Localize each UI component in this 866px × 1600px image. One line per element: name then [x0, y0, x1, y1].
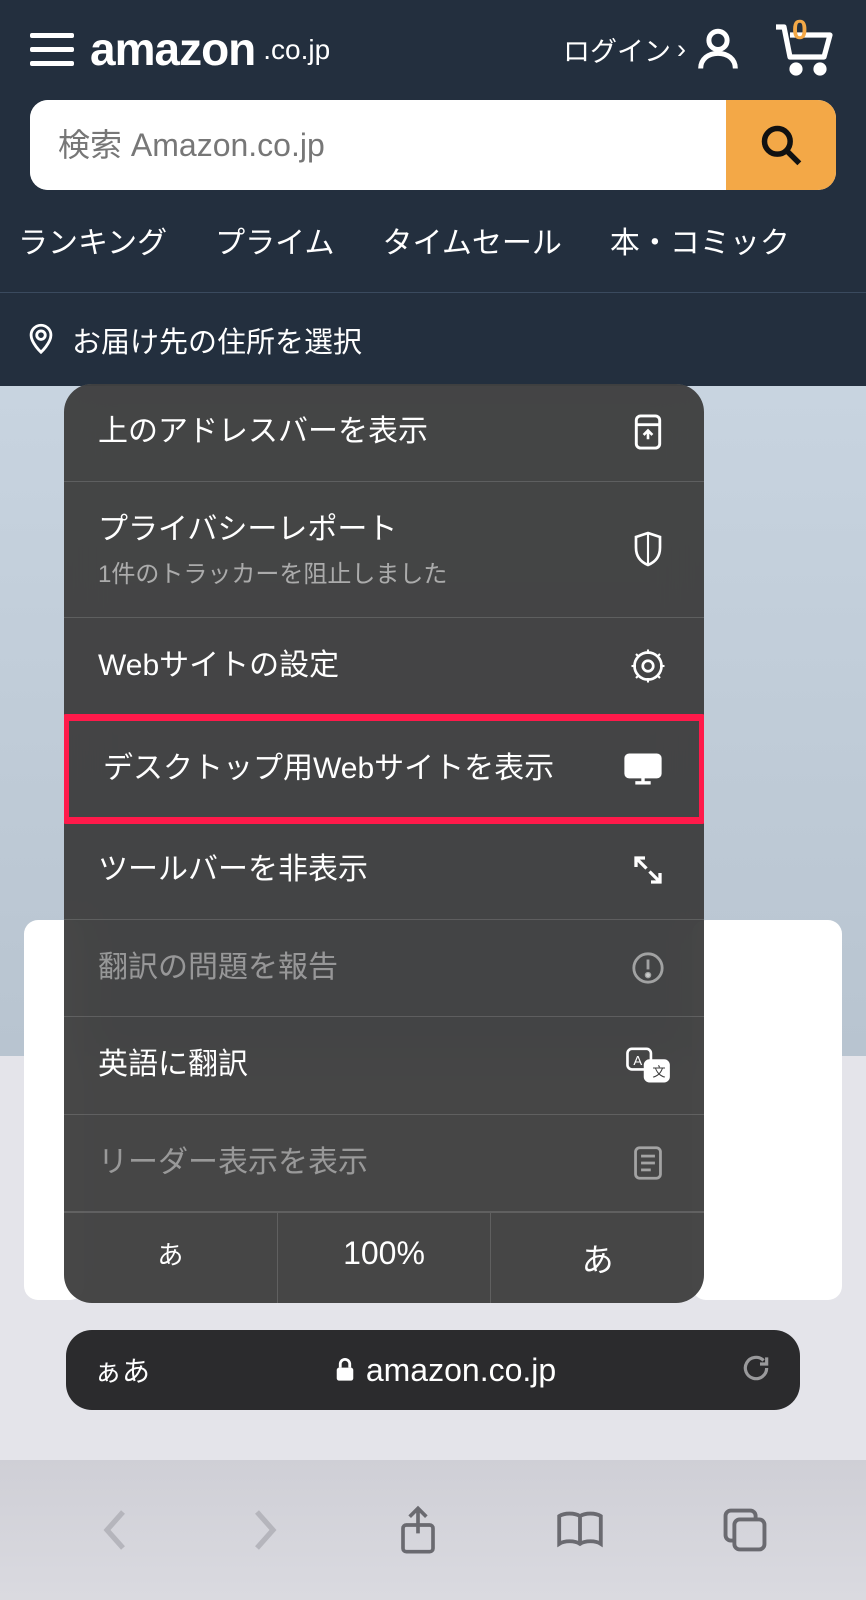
logo-word: amazon [90, 26, 255, 72]
menu-label: 英語に翻訳 [98, 1045, 606, 1086]
reader-icon [626, 1145, 670, 1181]
back-button[interactable] [98, 1506, 132, 1554]
safari-bottom-toolbar [0, 1460, 866, 1600]
nav-links: ランキング プライム タイムセール 本・コミック [0, 190, 866, 292]
screen: amazon .co.jp ログイン › 0 [0, 0, 866, 1600]
menu-show-reader: リーダー表示を表示 [64, 1115, 704, 1213]
nav-timesale[interactable]: タイムセール [383, 218, 562, 262]
tabs-icon [722, 1507, 768, 1553]
cart-badge: 0 [792, 14, 808, 46]
menu-label: リーダー表示を表示 [98, 1143, 606, 1184]
menu-translate-to-english[interactable]: 英語に翻訳 A文 [64, 1017, 704, 1115]
menu-label: ツールバーを非表示 [98, 850, 606, 891]
menu-request-desktop-site[interactable]: デスクトップ用Webサイトを表示 [64, 714, 704, 825]
share-button[interactable] [398, 1504, 438, 1556]
refresh-button[interactable] [740, 1352, 772, 1389]
search-icon [759, 123, 803, 167]
svg-text:文: 文 [652, 1065, 665, 1080]
chevron-right-icon [248, 1506, 282, 1554]
safari-url-bar[interactable]: ぁあ amazon.co.jp [66, 1330, 800, 1410]
menu-sublabel: 1件のトラッカーを阻止しました [98, 554, 606, 589]
safari-page-settings-sheet: 上のアドレスバーを表示 プライバシーレポート 1件のトラッカーを阻止しました W… [64, 384, 704, 1303]
nav-books[interactable]: 本・コミック [610, 218, 790, 262]
alert-circle-icon [626, 951, 670, 985]
menu-label: デスクトップ用Webサイトを表示 [103, 749, 601, 790]
menu-website-settings[interactable]: Webサイトの設定 [64, 618, 704, 716]
tabs-button[interactable] [722, 1507, 768, 1553]
address-bar-top-icon [626, 413, 670, 451]
menu-label: プライバシーレポート [98, 510, 606, 551]
zoom-in-button[interactable]: あ [491, 1213, 704, 1303]
search-bar [30, 100, 836, 190]
zoom-out-button[interactable]: あ [64, 1213, 278, 1303]
amazon-logo[interactable]: amazon .co.jp [90, 26, 330, 72]
search-input[interactable] [30, 100, 726, 190]
gear-icon [626, 648, 670, 684]
login-label: ログイン [563, 30, 671, 69]
forward-button[interactable] [248, 1506, 282, 1554]
menu-label: 上のアドレスバーを表示 [98, 412, 606, 453]
chevron-left-icon [98, 1506, 132, 1554]
content-card-right [692, 920, 842, 1300]
search-button[interactable] [726, 100, 836, 190]
svg-text:A: A [633, 1053, 642, 1068]
logo-suffix: .co.jp [263, 34, 330, 66]
share-icon [398, 1504, 438, 1556]
menu-label: 翻訳の問題を報告 [98, 948, 606, 989]
zoom-level[interactable]: 100% [278, 1213, 492, 1303]
nav-ranking[interactable]: ランキング [18, 218, 167, 262]
menu-label: Webサイトの設定 [98, 646, 606, 687]
desktop-icon [621, 752, 665, 786]
menu-show-top-address-bar[interactable]: 上のアドレスバーを表示 [64, 384, 704, 482]
delivery-label: お届け先の住所を選択 [72, 319, 362, 361]
menu-report-translation-issue: 翻訳の問題を報告 [64, 920, 704, 1018]
top-bar: amazon .co.jp ログイン › 0 [0, 0, 866, 96]
delivery-bar[interactable]: お届け先の住所を選択 [0, 292, 866, 387]
shield-icon [626, 530, 670, 568]
header-right: ログイン › 0 [563, 22, 836, 76]
zoom-bar: あ 100% あ [64, 1212, 704, 1303]
menu-privacy-report[interactable]: プライバシーレポート 1件のトラッカーを阻止しました [64, 482, 704, 619]
location-pin-icon [24, 321, 58, 360]
user-icon [692, 23, 744, 75]
lock-icon [334, 1357, 356, 1383]
url-display[interactable]: amazon.co.jp [150, 1352, 740, 1389]
expand-arrows-icon [626, 852, 670, 888]
page-format-button[interactable]: ぁあ [94, 1350, 150, 1390]
login-link[interactable]: ログイン › [563, 23, 744, 75]
translate-icon: A文 [626, 1047, 670, 1083]
menu-hamburger-icon[interactable] [30, 33, 74, 66]
bookmarks-button[interactable] [554, 1509, 606, 1551]
nav-prime[interactable]: プライム [215, 218, 334, 262]
book-icon [554, 1509, 606, 1551]
cart-button[interactable]: 0 [772, 22, 836, 76]
amazon-header: amazon .co.jp ログイン › 0 [0, 0, 866, 387]
url-domain: amazon.co.jp [366, 1352, 556, 1389]
login-caret-icon: › [677, 34, 686, 65]
refresh-icon [740, 1352, 772, 1384]
menu-hide-toolbar[interactable]: ツールバーを非表示 [64, 822, 704, 920]
